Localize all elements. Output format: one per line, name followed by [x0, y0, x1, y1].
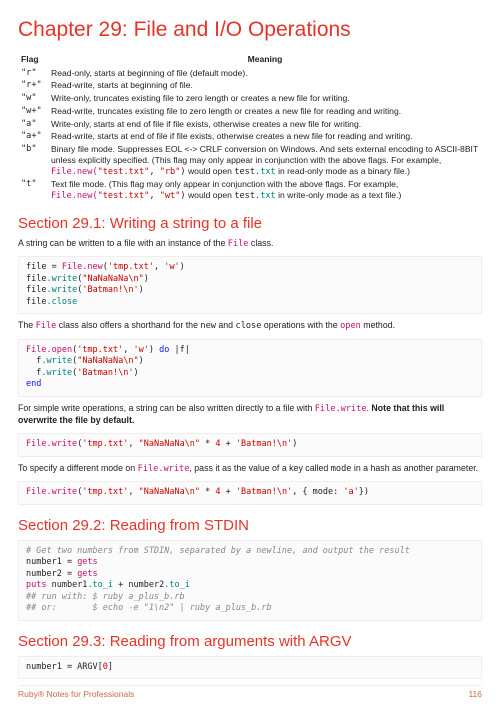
flag-cell: "r+" [18, 79, 48, 92]
code: "test.txt" [98, 167, 150, 177]
code: close [236, 321, 262, 331]
code-block: number1 = ARGV[0] [18, 656, 482, 679]
flag-text: Write-only, truncates existing file to z… [48, 92, 482, 105]
code: File [36, 321, 57, 331]
code: , [149, 191, 159, 201]
flag-cell: "a+" [18, 130, 48, 143]
text: in a hash as another parameter. [351, 463, 478, 473]
page-footer: Ruby® Notes for Professionals 116 [18, 685, 482, 699]
code: new [200, 321, 216, 331]
text: and [216, 320, 236, 330]
text: Text file mode. (This flag may only appe… [51, 179, 398, 189]
code-block: File.write('tmp.txt', "NaNaNaNa\n" * 4 +… [18, 481, 482, 504]
code: .txt [255, 167, 276, 177]
code: "wt" [160, 191, 181, 201]
paragraph: To specify a different mode on File.writ… [18, 463, 482, 476]
code: "test.txt" [98, 191, 150, 201]
flag-text: Read-write, starts at beginning of file. [48, 79, 482, 92]
code: test [234, 191, 255, 201]
flag-cell: "b" [18, 143, 48, 178]
flag-text: Binary file mode. Suppresses EOL <-> CRL… [48, 143, 482, 178]
footer-left: Ruby® Notes for Professionals [18, 689, 134, 699]
code: File [228, 239, 249, 249]
text: For simple write operations, a string ca… [18, 403, 315, 413]
paragraph: For simple write operations, a string ca… [18, 403, 482, 427]
text: A string can be written to a file with a… [18, 238, 228, 248]
code: "rb" [160, 167, 181, 177]
code: File.new( [51, 167, 98, 177]
text: method. [361, 320, 395, 330]
chapter-title: Chapter 29: File and I/O Operations [18, 18, 482, 42]
th-flag: Flag [18, 52, 48, 67]
flag-cell: "w" [18, 92, 48, 105]
code: test [234, 167, 255, 177]
code: mode [331, 464, 352, 474]
flag-text: Read-write, truncates existing file to z… [48, 105, 482, 118]
text: class also offers a shorthand for the [56, 320, 200, 330]
text: To specify a different mode on [18, 463, 138, 473]
footer-right: 116 [468, 689, 482, 699]
flag-cell: "a" [18, 118, 48, 131]
flag-text: Read-write, starts at end of file if fil… [48, 130, 482, 143]
code-block: File.write('tmp.txt', "NaNaNaNa\n" * 4 +… [18, 433, 482, 456]
text: would open [186, 166, 235, 176]
paragraph: A string can be written to a file with a… [18, 238, 482, 251]
code: File.write [315, 404, 367, 414]
text: in write-only mode as a text file.) [276, 190, 402, 200]
text: class. [248, 238, 273, 248]
section-title: Section 29.2: Reading from STDIN [18, 517, 482, 534]
code: File.new( [51, 191, 98, 201]
code: .txt [255, 191, 276, 201]
flag-text: Read-only, starts at beginning of file (… [48, 67, 482, 80]
code: , [149, 167, 159, 177]
text: in read-only mode as a binary file.) [276, 166, 410, 176]
flag-cell: "r" [18, 67, 48, 80]
th-meaning: Meaning [48, 52, 482, 67]
text: The [18, 320, 36, 330]
code: File.write [138, 464, 190, 474]
text: , pass it as the value of a key called [189, 463, 330, 473]
paragraph: The File class also offers a shorthand f… [18, 320, 482, 333]
flags-table: Flag Meaning "r"Read-only, starts at beg… [18, 52, 482, 203]
code-block: # Get two numbers from STDIN, separated … [18, 540, 482, 621]
flag-text: Write-only, starts at end of file if fil… [48, 118, 482, 131]
flag-cell: "t" [18, 178, 48, 202]
text: would open [186, 190, 235, 200]
code: open [340, 321, 361, 331]
flag-cell: "w+" [18, 105, 48, 118]
section-title: Section 29.1: Writing a string to a file [18, 215, 482, 232]
code-block: file = File.new('tmp.txt', 'w') file.wri… [18, 256, 482, 314]
text: Binary file mode. Suppresses EOL <-> CRL… [51, 144, 478, 165]
flag-text: Text file mode. (This flag may only appe… [48, 178, 482, 202]
code-block: File.open('tmp.txt', 'w') do |f| f.write… [18, 339, 482, 397]
section-title: Section 29.3: Reading from arguments wit… [18, 633, 482, 650]
text: operations with the [261, 320, 340, 330]
